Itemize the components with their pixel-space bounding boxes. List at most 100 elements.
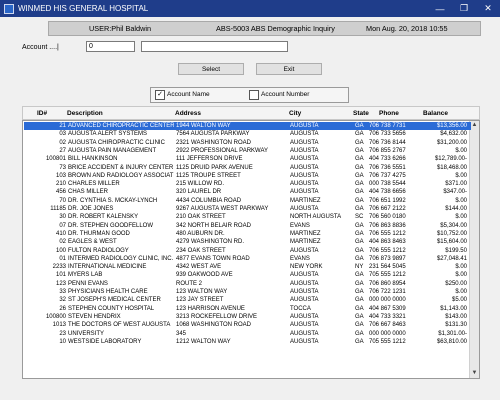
minimize-icon[interactable]: — <box>428 0 452 17</box>
cell-balance: $143.00 <box>445 313 467 320</box>
table-row[interactable]: 2233 INTERNATIONAL MEDICINE 4342 WEST AVE N… <box>24 263 471 271</box>
table-row[interactable]: 02 AUGUSTA CHIROPRACTIC CLINIC 2321 WASHIN… <box>24 139 471 147</box>
cell-city: EVANS <box>290 255 310 262</box>
cell-address: 345 <box>176 330 187 337</box>
table-row[interactable]: 100801 BILL HANKINSON 111 JEFFERSON DRIVE A… <box>24 155 471 163</box>
table-row[interactable]: 73 BRICE ACCIDENT & INJURY CENTER 1125 DRU… <box>24 164 471 172</box>
table-row[interactable]: 23 UNIVERSITY 345 AUGUSTA GA 000 000 0000 $1,3… <box>24 330 471 338</box>
option-account-name[interactable]: ✓ Account Name <box>154 89 210 100</box>
exit-button[interactable]: Exit <box>256 63 322 75</box>
table-row[interactable]: 03 AUGUSTA ALERT SYSTEMS 7564 AUGUSTA PARK… <box>24 130 471 138</box>
select-button[interactable]: Select <box>178 63 244 75</box>
cell-description: FULTON RADIOLOGY <box>68 247 129 254</box>
cell-id: 01 <box>59 255 66 262</box>
header-city[interactable]: City <box>289 110 301 117</box>
cell-city: AUGUSTA <box>290 280 319 287</box>
cell-balance: $.00 <box>455 147 467 154</box>
header-state[interactable]: State <box>353 110 369 117</box>
table-row[interactable]: 101 MYERS LAB 939 OAKWOOD AVE AUGUSTA GA 705 … <box>24 271 471 279</box>
table-row[interactable]: 103 BROWN AND RADIOLOGY ASSOCIATES 1125 TR… <box>24 172 471 180</box>
grid-header: ID# Description Address City State Phone… <box>22 106 480 120</box>
cell-city: AUGUSTA <box>290 247 319 254</box>
cell-phone: 706 722 1231 <box>369 289 406 295</box>
cell-state: GA <box>355 181 364 188</box>
table-row[interactable]: 100 FULTON RADIOLOGY 234 OAK STREET AUGUSTA… <box>24 247 471 255</box>
cell-city: MARTINEZ <box>290 239 321 246</box>
cell-id: 11185 <box>50 206 66 212</box>
cell-phone: 706 737 4275 <box>369 172 406 179</box>
header-description[interactable]: Description <box>67 110 103 117</box>
table-row[interactable]: 123 PENNI EVANS ROUTE 2 AUGUSTA GA 706 860 89… <box>24 280 471 288</box>
option-account-number[interactable]: Account Number <box>248 89 309 100</box>
cell-state: GA <box>355 313 364 320</box>
scroll-down-icon[interactable]: ▼ <box>470 369 479 378</box>
search-mode-group: ✓ Account Name Account Number <box>150 87 349 103</box>
cell-balance: $10,752.00 <box>436 230 467 237</box>
cell-city: AUGUSTA <box>290 297 319 304</box>
cell-phone: 706 855 2767 <box>369 147 406 154</box>
table-row[interactable]: 10 WESTSIDE LABORATORY 1212 WALTON WAY AUGU… <box>24 338 471 346</box>
table-row[interactable]: 70 DR. CYNTHIA S. MCKAY-LYNCH 4434 COLUMBI… <box>24 197 471 205</box>
table-row[interactable]: 26 STEPHEN COUNTY HOSPITAL 123 HARRISON AV… <box>24 305 471 313</box>
table-row[interactable]: 1013 THE DOCTORS OF WEST AUGUSTA 1068 WASH… <box>24 321 471 329</box>
table-row[interactable]: 456 CHAS MILLER 320 LAUREL DR AUGUSTA GA 404 … <box>24 188 471 196</box>
cell-balance: $347.00- <box>443 189 467 196</box>
header-address[interactable]: Address <box>175 110 201 117</box>
status-bar <box>0 384 500 400</box>
cell-description: STEVEN HENDRIX <box>68 313 121 320</box>
restore-icon[interactable]: ❐ <box>452 0 476 17</box>
header-balance[interactable]: Balance <box>423 110 448 117</box>
cell-address: 480 AUBURN DR. <box>176 230 225 237</box>
account-name-input[interactable] <box>141 41 288 52</box>
table-row[interactable]: 11185 DR. JOE JONES 9267 AUGUSTA WEST PARK… <box>24 205 471 213</box>
cell-phone: 706 736 5551 <box>369 164 406 171</box>
cell-id: 03 <box>59 131 66 138</box>
close-icon[interactable]: ✕ <box>476 0 500 17</box>
account-number-input[interactable]: 0 <box>86 41 135 52</box>
cell-address: 123 HARRISON AVENUE <box>176 305 245 312</box>
user-label: USER:Phil Baldwin <box>89 24 152 33</box>
header-phone[interactable]: Phone <box>379 110 399 117</box>
header-id[interactable]: ID# <box>37 110 47 117</box>
account-number-checkbox[interactable] <box>249 89 259 100</box>
cell-description: WESTSIDE LABORATORY <box>68 338 142 345</box>
cell-address: 939 OAKWOOD AVE <box>176 272 233 279</box>
cell-address: 2321 WASHINGTON ROAD <box>176 139 252 146</box>
account-name-checkbox[interactable]: ✓ <box>155 89 165 100</box>
cell-description: AUGUSTA CHIROPRACTIC CLINIC <box>68 139 165 146</box>
cell-phone: 231 564 5045 <box>369 264 406 271</box>
account-number-label: Account Number <box>261 91 310 98</box>
title-bar: WINMED HIS GENERAL HOSPITAL — ❐ ✕ <box>0 0 500 17</box>
cell-id: 33 <box>59 289 66 295</box>
cell-id: 21 <box>59 123 66 129</box>
cell-state: GA <box>355 164 364 171</box>
table-row[interactable]: 01 INTERMED RADIOLOGY CLINIC, INC. 4877 EV… <box>24 255 471 263</box>
table-row[interactable]: 21 ADVANCED CHIROPRACTIC CENTER 1944 WALTO… <box>24 122 471 131</box>
cell-city: AUGUSTA <box>290 164 319 171</box>
cell-phone: 706 873 9897 <box>369 255 406 262</box>
accounts-grid[interactable]: ▲ ▼ 21 ADVANCED CHIROPRACTIC CENTER 1944 W… <box>22 120 480 379</box>
cell-description: THE DOCTORS OF WEST AUGUSTA <box>68 322 171 329</box>
table-row[interactable]: 100800 STEVEN HENDRIX 3213 ROCKEFELLOW DRI… <box>24 313 471 321</box>
cell-id: 70 <box>59 197 66 204</box>
cell-state: GA <box>355 280 364 287</box>
cell-phone: 404 733 6266 <box>369 156 406 163</box>
table-row[interactable]: 210 CHARLES MILLER 215 WILLOW RD. AUGUSTA GA… <box>24 180 471 188</box>
cell-state: GA <box>355 172 364 179</box>
cell-id: 103 <box>55 172 66 179</box>
table-row[interactable]: 33 PHYSICIANS HEALTH CARE 123 WALTON WAY AU… <box>24 288 471 296</box>
cell-state: GA <box>355 123 364 129</box>
table-row[interactable]: 410 DR. THURMAN GOOD 480 AUBURN DR. MARTINE… <box>24 230 471 238</box>
cell-state: GA <box>355 222 364 229</box>
scroll-up-icon[interactable]: ▲ <box>470 121 479 130</box>
cell-id: 32 <box>59 297 66 304</box>
table-row[interactable]: 30 DR. ROBERT KALENSKY 210 OAK STREET NORTH… <box>24 213 471 221</box>
table-row[interactable]: 07 DR. STEPHEN GOODFELLOW 342 NORTH BELAIR… <box>24 222 471 230</box>
table-row[interactable]: 27 AUGUSTA PAIN MANAGEMENT 2922 PROFESSION… <box>24 147 471 155</box>
cell-city: EVANS <box>290 222 310 229</box>
cell-city: AUGUSTA <box>290 123 319 129</box>
cell-city: AUGUSTA <box>290 272 319 279</box>
table-row[interactable]: 02 EAGLES & WEST 4279 WASHINGTON RD. MARTIN… <box>24 238 471 246</box>
table-row[interactable]: 32 ST JOSEPH'S MEDICAL CENTER 123 JAY STRE… <box>24 296 471 304</box>
cell-description: MYERS LAB <box>68 272 103 279</box>
